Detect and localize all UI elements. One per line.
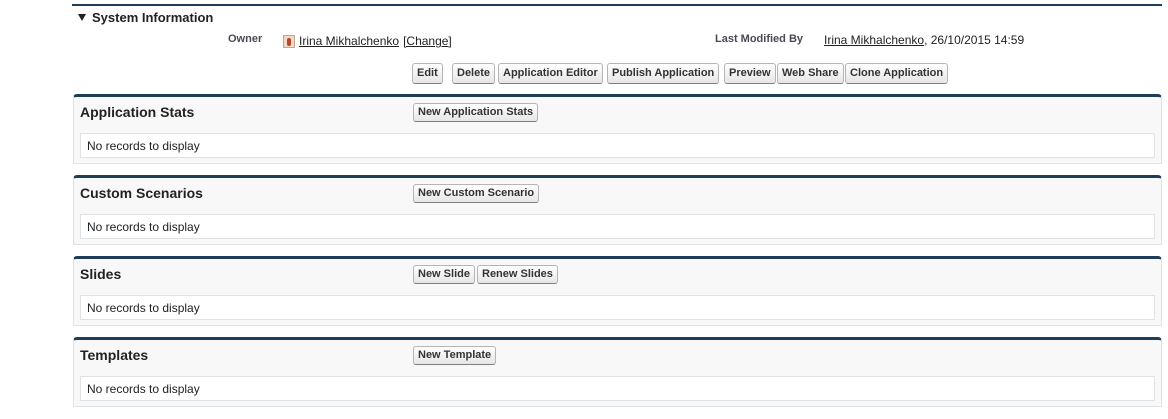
panel-title: Templates xyxy=(80,347,149,363)
custom-scenarios-panel: Custom Scenarios New Custom Scenario No … xyxy=(73,175,1162,245)
slides-panel: Slides New Slide Renew Slides No records… xyxy=(73,256,1162,326)
empty-records-box: No records to display xyxy=(80,295,1155,320)
new-slide-button[interactable]: New Slide xyxy=(413,265,475,284)
system-information-section: System Information xyxy=(72,4,1162,29)
clone-application-button[interactable]: Clone Application xyxy=(845,63,949,84)
new-custom-scenario-button[interactable]: New Custom Scenario xyxy=(413,184,540,203)
empty-message: No records to display xyxy=(87,220,200,234)
last-modified-label: Last Modified By xyxy=(715,33,804,45)
empty-message: No records to display xyxy=(87,139,200,153)
publish-application-button[interactable]: Publish Application xyxy=(607,63,720,84)
owner-value: Irina Mikhalchenko [Change] xyxy=(283,34,452,48)
application-editor-button[interactable]: Application Editor xyxy=(498,63,603,84)
application-stats-panel: Application Stats New Application Stats … xyxy=(73,94,1162,164)
templates-panel: Templates New Template No records to dis… xyxy=(73,337,1162,407)
empty-records-box: No records to display xyxy=(80,376,1155,401)
empty-records-box: No records to display xyxy=(80,214,1155,239)
section-title: System Information xyxy=(92,10,214,25)
last-modified-value: Irina Mikhalchenko, 26/10/2015 14:59 xyxy=(824,33,1024,47)
new-application-stats-button[interactable]: New Application Stats xyxy=(413,103,539,122)
panel-title: Application Stats xyxy=(80,104,195,120)
user-avatar-icon xyxy=(283,34,295,48)
owner-link[interactable]: Irina Mikhalchenko xyxy=(299,34,399,48)
last-modified-date: , 26/10/2015 14:59 xyxy=(924,33,1025,47)
empty-records-box: No records to display xyxy=(80,133,1155,158)
collapse-triangle-icon[interactable] xyxy=(78,14,86,21)
panel-title: Custom Scenarios xyxy=(80,185,203,201)
web-share-button[interactable]: Web Share xyxy=(777,63,844,84)
owner-label: Owner xyxy=(228,33,263,45)
delete-button[interactable]: Delete xyxy=(452,63,496,84)
preview-button[interactable]: Preview xyxy=(724,63,776,84)
empty-message: No records to display xyxy=(87,301,200,315)
panel-title: Slides xyxy=(80,266,122,282)
change-owner-link[interactable]: [Change] xyxy=(403,34,452,48)
empty-message: No records to display xyxy=(87,382,200,396)
edit-button[interactable]: Edit xyxy=(412,63,443,84)
renew-slides-button[interactable]: Renew Slides xyxy=(477,265,558,284)
last-modified-user-link[interactable]: Irina Mikhalchenko xyxy=(824,33,924,47)
new-template-button[interactable]: New Template xyxy=(413,346,497,365)
